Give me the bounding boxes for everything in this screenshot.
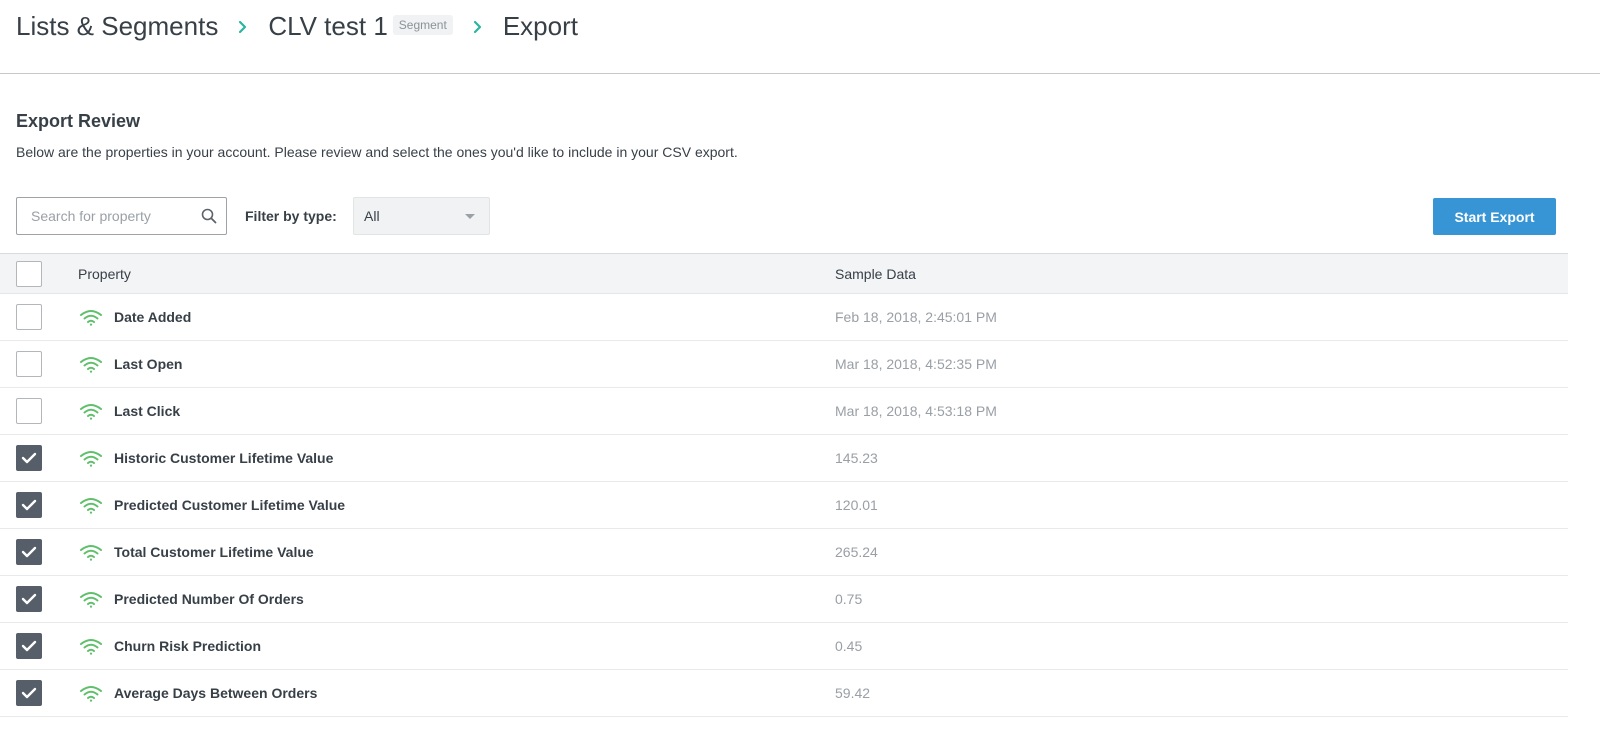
table-body: Date Added Feb 18, 2018, 2:45:01 PM Last…: [0, 294, 1568, 717]
signal-icon: [79, 543, 103, 561]
sample-data: 0.75: [835, 591, 863, 607]
sample-data: 0.45: [835, 638, 863, 654]
signal-icon: [79, 355, 103, 373]
table-row: Last Open Mar 18, 2018, 4:52:35 PM: [0, 341, 1568, 388]
row-checkbox[interactable]: [16, 492, 42, 518]
row-checkbox[interactable]: [16, 398, 42, 424]
sample-data: 145.23: [835, 450, 878, 466]
property-name: Total Customer Lifetime Value: [114, 544, 314, 560]
sample-data: 59.42: [835, 685, 871, 701]
table-row: Last Click Mar 18, 2018, 4:53:18 PM: [0, 388, 1568, 435]
property-name: Predicted Number Of Orders: [114, 591, 304, 607]
table-row: Churn Risk Prediction 0.45: [0, 623, 1568, 670]
search-field[interactable]: [16, 197, 227, 235]
page-title: Export Review: [16, 111, 141, 131]
filter-selected-value: All: [364, 208, 380, 224]
search-icon[interactable]: [201, 208, 217, 224]
column-header-property[interactable]: Property: [78, 266, 131, 282]
properties-table: Property Sample Data Date Added Feb 18, …: [0, 253, 1568, 717]
filter-type-select[interactable]: All: [353, 197, 490, 235]
chevron-right-icon: [473, 20, 483, 34]
caret-down-icon: [465, 214, 475, 219]
row-checkbox[interactable]: [16, 539, 42, 565]
row-checkbox[interactable]: [16, 351, 42, 377]
property-name: Churn Risk Prediction: [114, 638, 262, 654]
segment-badge: Segment: [392, 14, 453, 35]
page-description: Below are the properties in your account…: [16, 144, 738, 160]
row-checkbox[interactable]: [16, 304, 42, 330]
signal-icon: [79, 449, 103, 467]
table-row: Predicted Number Of Orders 0.75: [0, 576, 1568, 623]
sample-data: 265.24: [835, 544, 878, 560]
sample-data: Feb 18, 2018, 2:45:01 PM: [835, 309, 997, 325]
signal-icon: [79, 590, 103, 608]
row-checkbox[interactable]: [16, 445, 42, 471]
breadcrumb-item-segment[interactable]: CLV test 1: [268, 11, 387, 42]
table-row: Predicted Customer Lifetime Value 120.01: [0, 482, 1568, 529]
property-name: Last Open: [114, 356, 183, 372]
property-name: Historic Customer Lifetime Value: [114, 450, 334, 466]
signal-icon: [79, 496, 103, 514]
row-checkbox[interactable]: [16, 680, 42, 706]
breadcrumb-item-export: Export: [502, 11, 578, 41]
property-name: Predicted Customer Lifetime Value: [114, 497, 346, 513]
property-name: Average Days Between Orders: [114, 685, 318, 701]
sample-data: Mar 18, 2018, 4:52:35 PM: [835, 356, 997, 372]
table-row: Total Customer Lifetime Value 265.24: [0, 529, 1568, 576]
filter-label: Filter by type:: [245, 208, 337, 224]
chevron-right-icon: [238, 20, 248, 34]
breadcrumb-item-lists-segments[interactable]: Lists & Segments: [16, 11, 218, 42]
column-header-sample-data: Sample Data: [835, 265, 916, 282]
signal-icon: [79, 684, 103, 702]
property-name: Last Click: [114, 403, 181, 419]
breadcrumb: Lists & Segments CLV test 1 Segment Expo…: [0, 0, 1600, 74]
table-row: Date Added Feb 18, 2018, 2:45:01 PM: [0, 294, 1568, 341]
sample-data: Mar 18, 2018, 4:53:18 PM: [835, 403, 997, 419]
row-checkbox[interactable]: [16, 586, 42, 612]
select-all-checkbox[interactable]: [16, 260, 42, 287]
signal-icon: [79, 402, 103, 420]
search-input[interactable]: [31, 208, 201, 224]
property-name: Date Added: [114, 309, 192, 325]
table-row: Average Days Between Orders 59.42: [0, 670, 1568, 717]
start-export-button[interactable]: Start Export: [1433, 198, 1556, 235]
signal-icon: [79, 308, 103, 326]
table-header: Property Sample Data: [0, 253, 1568, 294]
sample-data: 120.01: [835, 497, 878, 513]
signal-icon: [79, 637, 103, 655]
table-row: Historic Customer Lifetime Value 145.23: [0, 435, 1568, 482]
row-checkbox[interactable]: [16, 633, 42, 659]
